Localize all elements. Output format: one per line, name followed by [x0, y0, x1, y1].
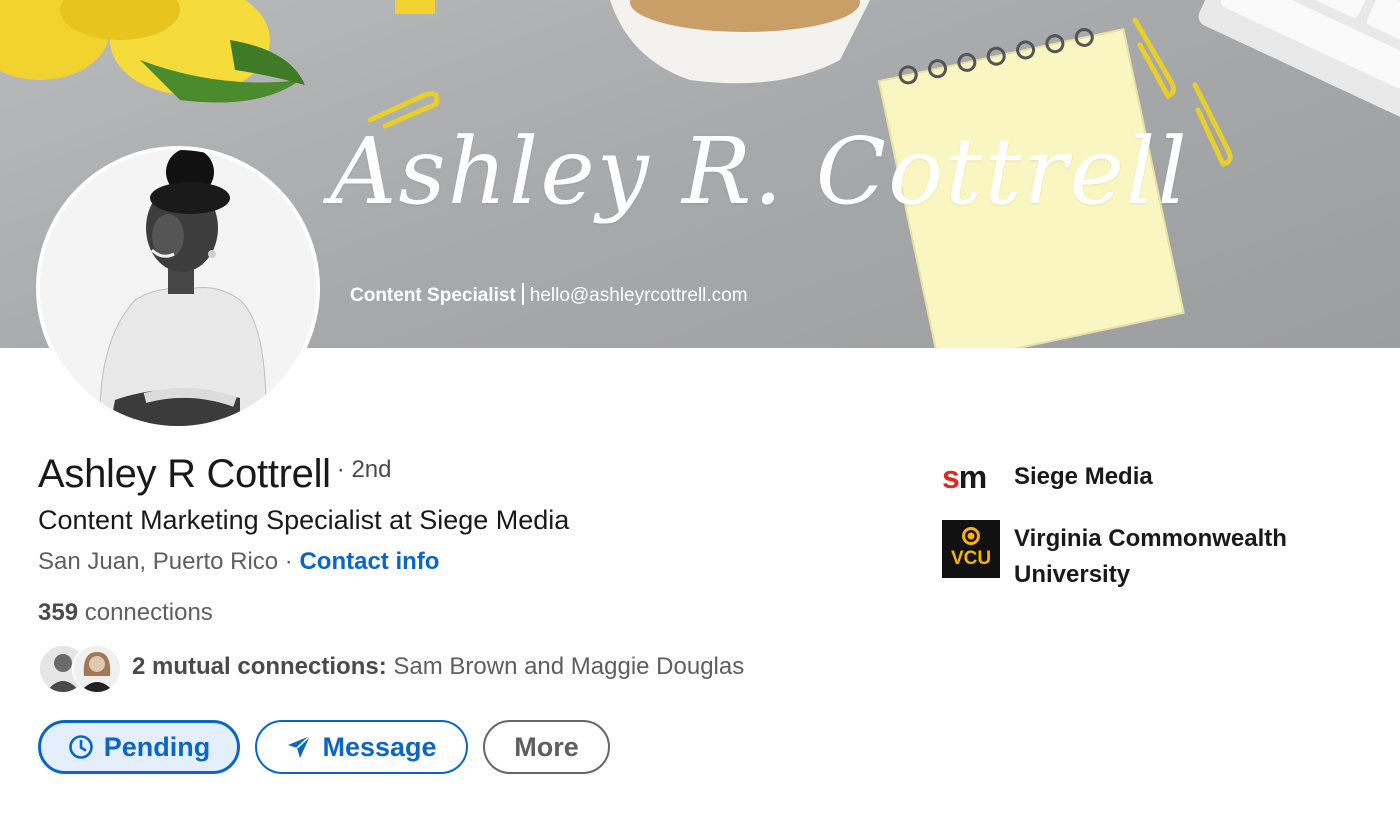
- connections-link[interactable]: 359 connections: [38, 599, 213, 627]
- connections-count: 359: [38, 599, 79, 626]
- location-row: San Juan, Puerto Rico · Contact info: [38, 548, 439, 576]
- more-button[interactable]: More: [483, 720, 610, 774]
- banner-signature: Ashley R. Cottrell: [330, 118, 1189, 225]
- school-name: Virginia Commonwealth University: [1014, 521, 1287, 593]
- mutual-connections-names: Sam Brown and Maggie Douglas: [393, 653, 745, 680]
- avatar-photo: [40, 150, 316, 426]
- name-row: Ashley R Cottrell · 2nd: [38, 452, 391, 497]
- mutual-avatars: [38, 642, 122, 696]
- paper-plane-icon: [286, 734, 312, 760]
- profile-headline: Content Marketing Specialist at Siege Me…: [38, 505, 570, 535]
- location-separator: ·: [278, 548, 300, 575]
- contact-info-link[interactable]: Contact info: [299, 548, 439, 575]
- siege-media-logo: sm: [942, 459, 987, 495]
- mutual-avatar: [72, 644, 122, 694]
- banner-tagline: Content Specialist hello@ashleyrcottrell.…: [350, 283, 748, 307]
- banner-email: hello@ashleyrcottrell.com: [529, 285, 748, 306]
- banner-role: Content Specialist: [350, 285, 516, 306]
- message-label: Message: [322, 731, 437, 762]
- connections-label: connections: [84, 599, 213, 626]
- mutual-connections-text: 2 mutual connections: Sam Brown and Magg…: [132, 653, 744, 681]
- banner-divider: [521, 283, 524, 305]
- school-name-line2: University: [1014, 561, 1131, 588]
- profile-avatar[interactable]: [36, 146, 320, 430]
- company-name: Siege Media: [1014, 463, 1153, 490]
- profile-location: San Juan, Puerto Rico: [38, 548, 279, 575]
- message-button[interactable]: Message: [255, 720, 468, 774]
- clock-icon: [68, 734, 94, 760]
- school-name-line1: Virginia Commonwealth: [1014, 525, 1287, 552]
- connection-degree: · 2nd: [336, 456, 392, 483]
- mutual-connections-label: 2 mutual connections:: [132, 653, 387, 680]
- profile-name: Ashley R Cottrell: [38, 452, 331, 496]
- pending-label: Pending: [103, 731, 211, 762]
- vcu-logo: VCU: [942, 520, 1000, 578]
- pending-button[interactable]: Pending: [38, 720, 240, 774]
- svg-text:VCU: VCU: [951, 548, 991, 569]
